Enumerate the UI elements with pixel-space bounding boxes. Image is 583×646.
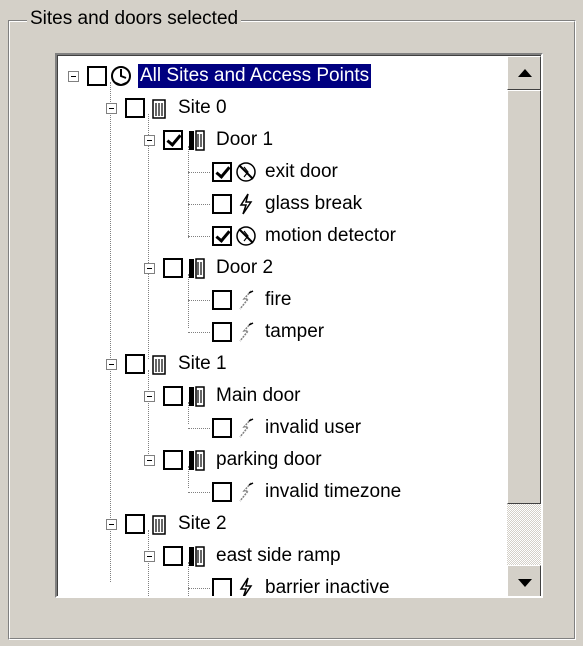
- tree-node-motion-detector[interactable]: motion detector: [188, 222, 398, 250]
- node-checkbox[interactable]: [212, 578, 232, 596]
- arrow-up-icon: [518, 69, 532, 77]
- collapse-toggle[interactable]: [144, 454, 155, 466]
- collapse-toggle[interactable]: [144, 262, 155, 274]
- building-icon: [152, 355, 166, 375]
- collapse-toggle[interactable]: [144, 390, 155, 402]
- scroll-up-button[interactable]: [507, 56, 541, 90]
- node-label[interactable]: All Sites and Access Points: [136, 63, 373, 89]
- node-label[interactable]: fire: [263, 288, 293, 312]
- node-checkbox[interactable]: [163, 450, 183, 470]
- node-label[interactable]: east side ramp: [214, 544, 343, 568]
- tree-node-exit-door[interactable]: exit door: [188, 158, 340, 186]
- node-checkbox[interactable]: [212, 226, 232, 246]
- node-label[interactable]: parking door: [214, 448, 324, 472]
- door-icon: [189, 450, 205, 471]
- node-checkbox[interactable]: [163, 258, 183, 278]
- collapse-toggle[interactable]: [68, 70, 79, 82]
- node-checkbox[interactable]: [212, 290, 232, 310]
- node-label[interactable]: Site 0: [176, 96, 229, 120]
- sites-tree-view[interactable]: All Sites and Access Points Site 0 Door …: [55, 53, 543, 598]
- scroll-track[interactable]: [507, 504, 541, 565]
- collapse-toggle[interactable]: [106, 102, 117, 114]
- node-label[interactable]: Door 2: [214, 256, 275, 280]
- tree-node-door-1[interactable]: Door 1: [144, 126, 275, 154]
- door-icon: [189, 546, 205, 567]
- collapse-toggle[interactable]: [144, 134, 155, 146]
- tree-node-east-side-ramp[interactable]: east side ramp: [144, 542, 343, 570]
- node-checkbox[interactable]: [125, 98, 145, 118]
- tree-node-fire[interactable]: fire: [188, 286, 293, 314]
- node-label[interactable]: barrier inactive: [263, 576, 392, 596]
- sensor-disabled-icon: [236, 226, 256, 246]
- arrow-down-icon: [518, 579, 532, 587]
- tree-node-door-2[interactable]: Door 2: [144, 254, 275, 282]
- scroll-down-button[interactable]: [507, 565, 541, 596]
- scroll-thumb[interactable]: [507, 90, 541, 504]
- door-icon: [189, 130, 205, 151]
- node-label[interactable]: invalid timezone: [263, 480, 403, 504]
- collapse-toggle[interactable]: [106, 358, 117, 370]
- lightning-faded-icon: [239, 482, 254, 502]
- collapse-toggle[interactable]: [106, 518, 117, 530]
- tree-node-parking-door[interactable]: parking door: [144, 446, 324, 474]
- building-icon: [152, 99, 166, 119]
- lightning-icon: [239, 193, 253, 215]
- tree-node-all-sites[interactable]: All Sites and Access Points: [68, 62, 373, 90]
- tree-node-main-door[interactable]: Main door: [144, 382, 303, 410]
- node-label[interactable]: motion detector: [263, 224, 398, 248]
- node-label[interactable]: Door 1: [214, 128, 275, 152]
- tree-content: All Sites and Access Points Site 0 Door …: [57, 55, 541, 596]
- node-checkbox[interactable]: [163, 386, 183, 406]
- tree-node-tamper[interactable]: tamper: [188, 318, 326, 346]
- vertical-scrollbar[interactable]: [507, 56, 541, 596]
- node-checkbox[interactable]: [212, 322, 232, 342]
- tree-node-barrier-inactive[interactable]: barrier inactive: [188, 574, 392, 596]
- node-checkbox[interactable]: [87, 66, 107, 86]
- tree-node-invalid-user[interactable]: invalid user: [188, 414, 363, 442]
- building-icon: [152, 515, 166, 535]
- node-label[interactable]: tamper: [263, 320, 326, 344]
- node-label[interactable]: invalid user: [263, 416, 363, 440]
- door-icon: [189, 386, 205, 407]
- tree-node-glass-break[interactable]: glass break: [188, 190, 364, 218]
- node-label[interactable]: exit door: [263, 160, 340, 184]
- node-label[interactable]: Site 1: [176, 352, 229, 376]
- door-icon: [189, 258, 205, 279]
- node-label[interactable]: Main door: [214, 384, 303, 408]
- node-checkbox[interactable]: [125, 354, 145, 374]
- collapse-toggle[interactable]: [144, 550, 155, 562]
- node-checkbox[interactable]: [212, 418, 232, 438]
- tree-node-invalid-timezone[interactable]: invalid timezone: [188, 478, 403, 506]
- node-label[interactable]: Site 2: [176, 512, 229, 536]
- globe-clock-icon: [111, 66, 131, 86]
- lightning-faded-icon: [239, 418, 254, 438]
- node-checkbox[interactable]: [125, 514, 145, 534]
- tree-node-site-0[interactable]: Site 0: [106, 94, 229, 122]
- lightning-faded-icon: [239, 290, 254, 310]
- lightning-icon: [239, 577, 253, 596]
- sensor-disabled-icon: [236, 162, 256, 182]
- node-checkbox[interactable]: [212, 162, 232, 182]
- node-checkbox[interactable]: [212, 482, 232, 502]
- lightning-faded-icon: [239, 322, 254, 342]
- node-checkbox[interactable]: [212, 194, 232, 214]
- groupbox-title: Sites and doors selected: [27, 8, 242, 30]
- tree-node-site-1[interactable]: Site 1: [106, 350, 229, 378]
- node-checkbox[interactable]: [163, 130, 183, 150]
- node-label[interactable]: glass break: [263, 192, 364, 216]
- tree-node-site-2[interactable]: Site 2: [106, 510, 229, 538]
- node-checkbox[interactable]: [163, 546, 183, 566]
